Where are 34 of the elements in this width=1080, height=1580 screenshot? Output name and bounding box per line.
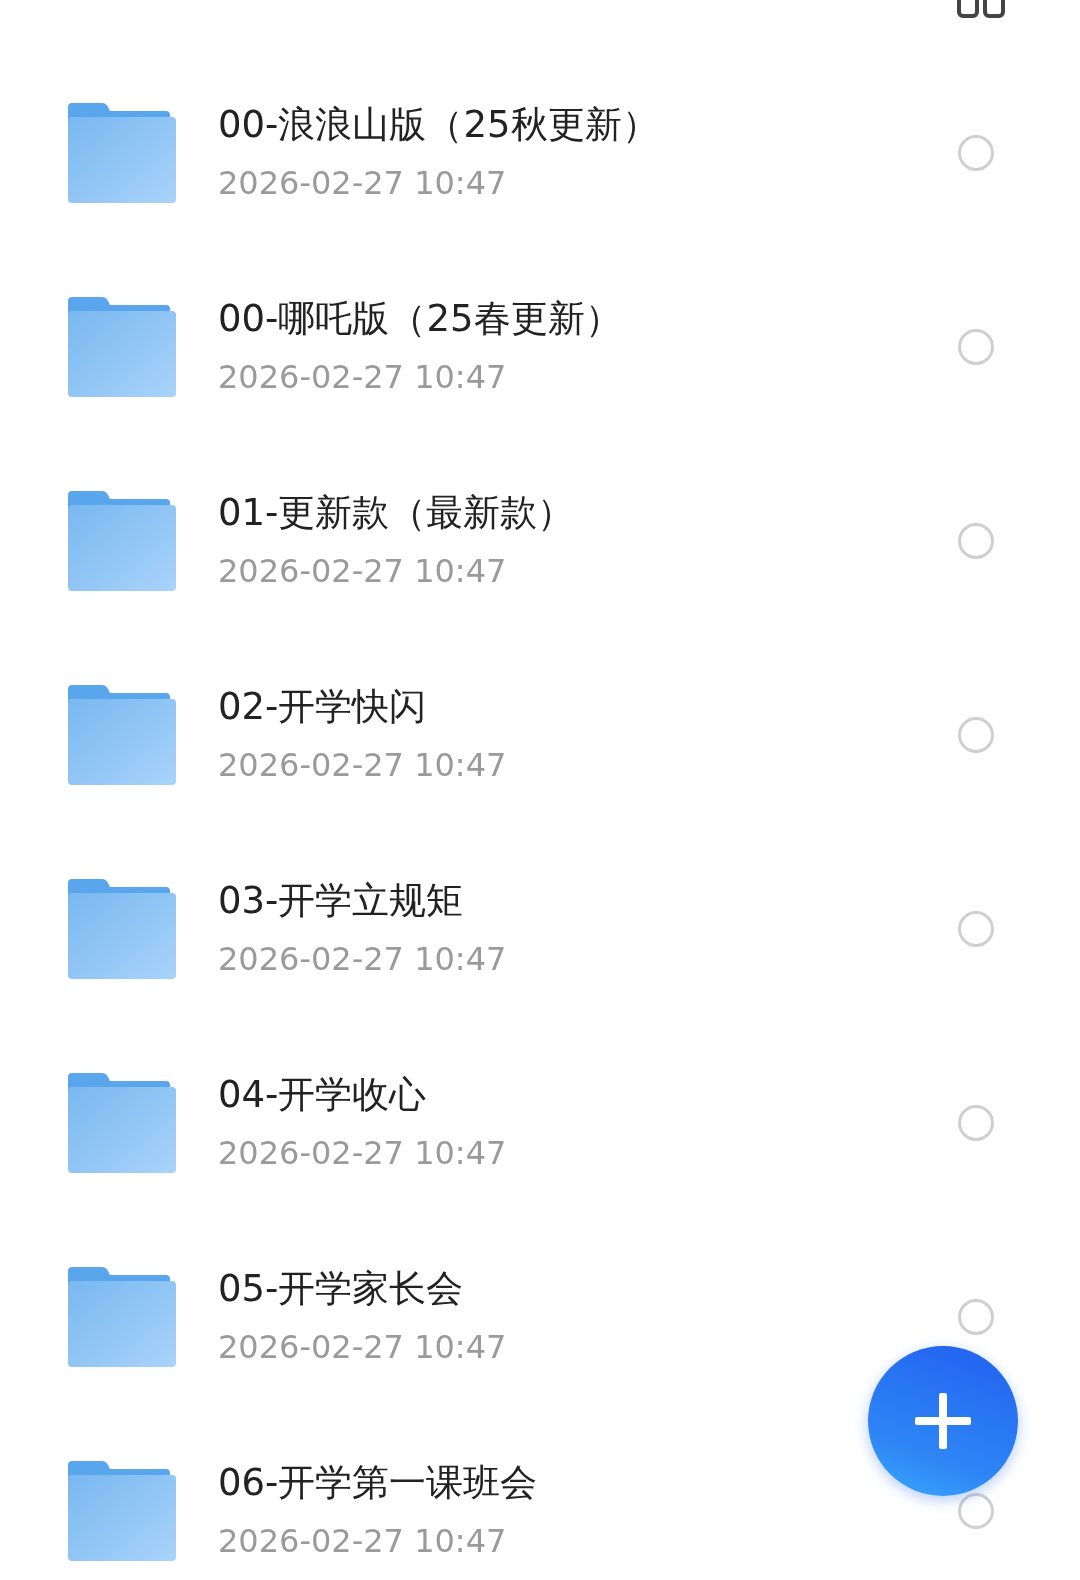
folder-icon <box>66 491 176 591</box>
folder-name: 06-开学第一课班会 <box>218 1460 539 1506</box>
add-button[interactable] <box>868 1346 1018 1496</box>
select-radio[interactable] <box>958 1105 994 1141</box>
folder-icon <box>66 103 176 203</box>
modified-date: 2026-02-27 10:47 <box>218 1134 508 1172</box>
modified-date: 2026-02-27 10:47 <box>218 552 508 590</box>
folder-name: 00-哪吒版（25春更新） <box>218 296 623 342</box>
folder-name: 04-开学收心 <box>218 1072 428 1118</box>
select-radio[interactable] <box>958 1299 994 1335</box>
select-radio[interactable] <box>958 523 994 559</box>
folder-name: 02-开学快闪 <box>218 684 428 730</box>
folder-icon <box>66 879 176 979</box>
select-radio[interactable] <box>958 911 994 947</box>
select-radio[interactable] <box>958 329 994 365</box>
select-radio[interactable] <box>958 717 994 753</box>
folder-icon <box>66 685 176 785</box>
folder-name: 00-浪浪山版（25秋更新） <box>218 102 660 148</box>
modified-date: 2026-02-27 10:47 <box>218 746 508 784</box>
folder-name: 03-开学立规矩 <box>218 878 465 924</box>
modified-date: 2026-02-27 10:47 <box>218 940 508 978</box>
modified-date: 2026-02-27 10:47 <box>218 1522 508 1560</box>
modified-date: 2026-02-27 10:47 <box>218 1328 508 1366</box>
plus-icon <box>913 1391 973 1451</box>
modified-date: 2026-02-27 10:47 <box>218 358 508 396</box>
select-radio[interactable] <box>958 135 994 171</box>
folder-icon <box>66 297 176 397</box>
select-radio[interactable] <box>958 1493 994 1529</box>
folder-icon <box>66 1267 176 1367</box>
folder-icon <box>66 1073 176 1173</box>
folder-name: 05-开学家长会 <box>218 1266 465 1312</box>
modified-date: 2026-02-27 10:47 <box>218 164 508 202</box>
folder-icon <box>66 1461 176 1561</box>
folder-name: 01-更新款（最新款） <box>218 490 576 536</box>
